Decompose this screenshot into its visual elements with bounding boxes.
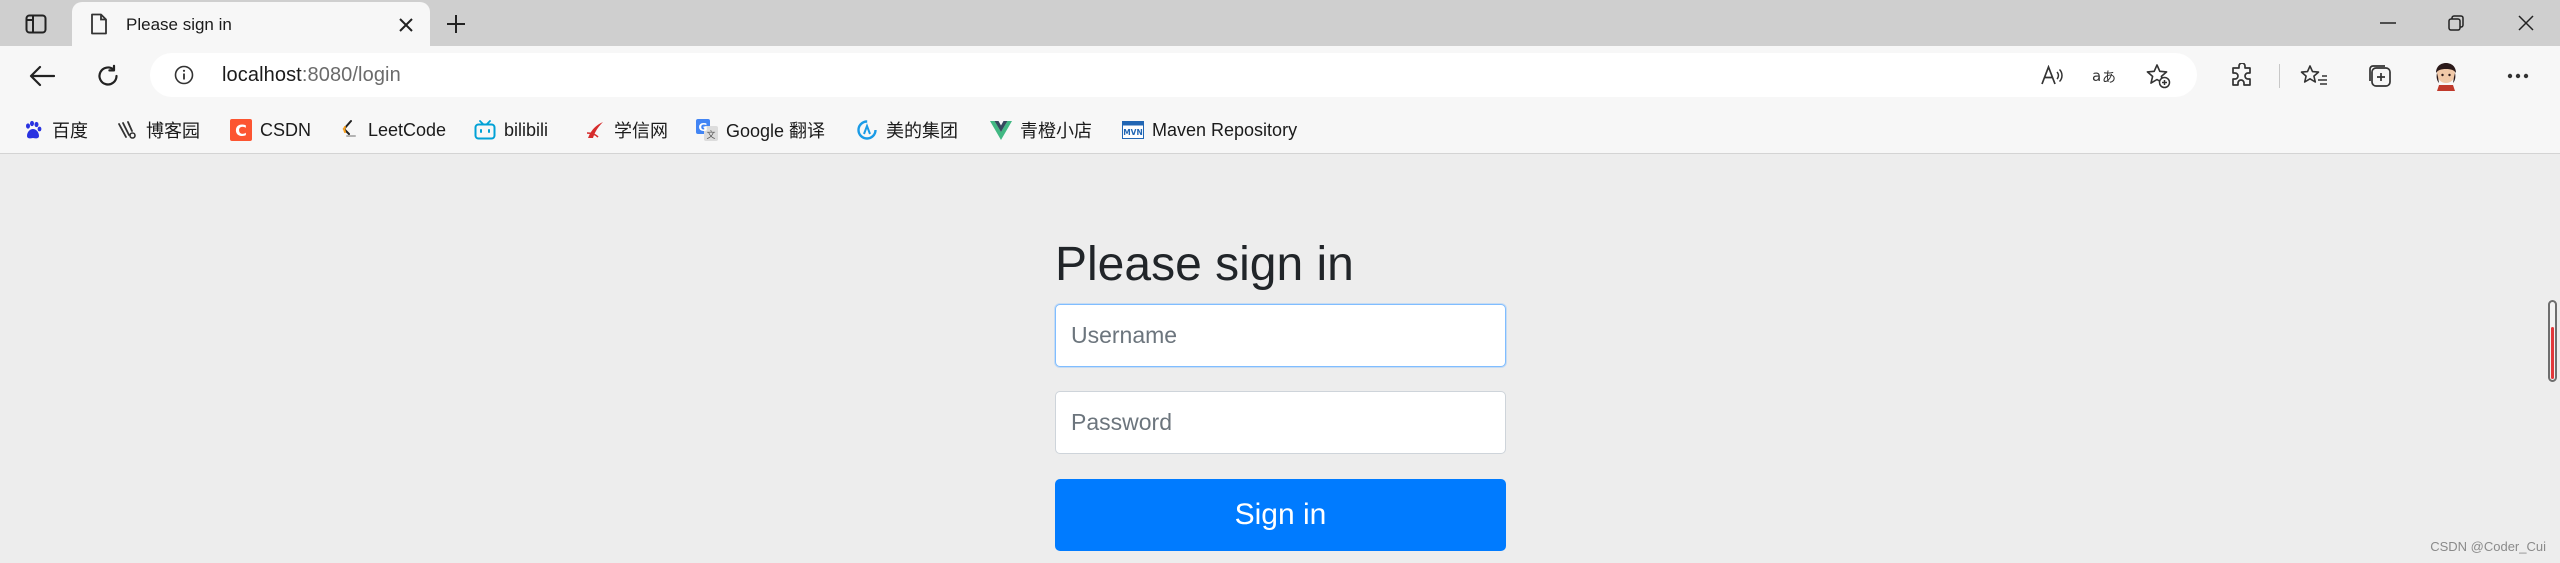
favorites-icon [2300, 65, 2327, 85]
google-translate-icon: G文 [696, 119, 718, 141]
bookmark-label: LeetCode [368, 119, 447, 140]
restore-button[interactable] [2436, 8, 2476, 38]
window-close-button[interactable] [2506, 8, 2546, 38]
watermark: CSDN @Coder_Cui [2430, 539, 2546, 554]
bookmark-label: 美的集团 [886, 121, 958, 141]
toolbar-separator [2279, 64, 2280, 88]
page-icon [91, 13, 107, 35]
close-icon [2518, 15, 2534, 31]
baidu-paw-icon [22, 119, 44, 141]
vue-icon [990, 119, 1012, 141]
puzzle-icon [2232, 63, 2251, 86]
translate-button[interactable]: aあ [2092, 63, 2118, 89]
url-text[interactable]: localhost:8080/login [222, 64, 401, 87]
back-button[interactable] [24, 58, 60, 94]
cnblogs-icon [116, 119, 138, 141]
bookmark-label: 青橙小店 [1020, 121, 1092, 141]
read-aloud-icon [2041, 65, 2063, 85]
bookmark-leetcode[interactable]: LeetCode [338, 116, 446, 144]
svg-text:C: C [235, 121, 247, 140]
chsi-icon [584, 119, 606, 141]
tab-close-button[interactable] [396, 15, 416, 35]
favorites-button[interactable] [2296, 58, 2332, 94]
svg-text:あ: あ [2102, 70, 2116, 86]
new-tab-button[interactable] [440, 8, 472, 40]
midea-icon [856, 119, 878, 141]
url-host: localhost [222, 64, 302, 86]
collections-icon [2369, 65, 2391, 87]
title-bar: Please sign in [0, 0, 2560, 46]
refresh-icon [98, 64, 118, 86]
sign-in-button[interactable]: Sign in [1055, 479, 1506, 551]
scrollbar-indicator [2551, 327, 2554, 379]
more-dots-icon [2507, 73, 2529, 79]
url-path: :8080/login [301, 64, 401, 86]
svg-text:MVN: MVN [1123, 128, 1143, 137]
bookmark-cnblogs[interactable]: 博客园 [116, 116, 200, 144]
bookmark-label: CSDN [260, 119, 312, 140]
bookmark-label: Maven Repository [1152, 119, 1298, 140]
navigation-toolbar: localhost:8080/login aあ [0, 46, 2560, 106]
site-info-icon[interactable] [174, 65, 194, 85]
bookmark-qingcheng[interactable]: 青橙小店 [990, 116, 1092, 144]
refresh-button[interactable] [90, 58, 126, 94]
svg-text:文: 文 [706, 129, 715, 141]
bookmark-baidu[interactable]: 百度 [22, 116, 88, 144]
svg-text:a: a [2092, 67, 2101, 85]
collections-button[interactable] [2362, 58, 2398, 94]
maven-icon: MVN [1122, 119, 1144, 141]
password-field[interactable] [1055, 391, 1506, 454]
bookmark-label: 学信网 [614, 121, 668, 141]
read-aloud-button[interactable] [2039, 63, 2065, 89]
back-arrow-icon [29, 65, 55, 87]
bookmarks-bar: 百度 博客园 C CSDN LeetCode bilibili 学信网 G文 G… [0, 106, 2560, 154]
leetcode-icon [338, 119, 360, 141]
active-tab[interactable]: Please sign in [72, 2, 430, 46]
plus-icon [447, 15, 465, 33]
avatar [2436, 63, 2456, 91]
bookmark-bilibili[interactable]: bilibili [474, 116, 548, 144]
bookmark-maven-repository[interactable]: MVN Maven Repository [1122, 116, 1297, 144]
tab-actions-icon [25, 14, 47, 34]
tab-actions-button[interactable] [18, 9, 54, 39]
address-bar[interactable]: localhost:8080/login aあ [150, 53, 2197, 97]
translate-icon: aあ [2092, 67, 2116, 86]
bookmark-chsi[interactable]: 学信网 [584, 116, 668, 144]
tab-title: Please sign in [126, 15, 232, 34]
bookmark-label: 博客园 [146, 121, 200, 141]
minimize-icon [2380, 22, 2396, 24]
profile-avatar-button[interactable] [2428, 58, 2464, 94]
page-title: Please sign in [1055, 238, 1354, 291]
bookmark-label: bilibili [504, 119, 549, 140]
restore-icon [2448, 15, 2464, 31]
add-favorite-button[interactable] [2145, 63, 2171, 89]
settings-more-button[interactable] [2500, 58, 2536, 94]
page-content: Please sign in Sign in CSDN @Coder_Cui [0, 155, 2560, 563]
bookmark-csdn[interactable]: C CSDN [230, 116, 311, 144]
minimize-button[interactable] [2368, 8, 2408, 38]
username-field[interactable] [1055, 304, 1506, 367]
extensions-button[interactable] [2224, 58, 2260, 94]
bookmark-label: Google 翻译 [726, 121, 826, 141]
csdn-icon: C [230, 119, 252, 141]
close-icon [399, 18, 413, 32]
star-plus-icon [2146, 64, 2171, 89]
bookmark-label: 百度 [52, 121, 88, 141]
bookmark-midea[interactable]: 美的集团 [856, 116, 958, 144]
scrollbar-thumb[interactable] [2548, 300, 2557, 382]
bilibili-tv-icon [474, 119, 496, 141]
bookmark-google-translate[interactable]: G文 Google 翻译 [696, 116, 825, 144]
